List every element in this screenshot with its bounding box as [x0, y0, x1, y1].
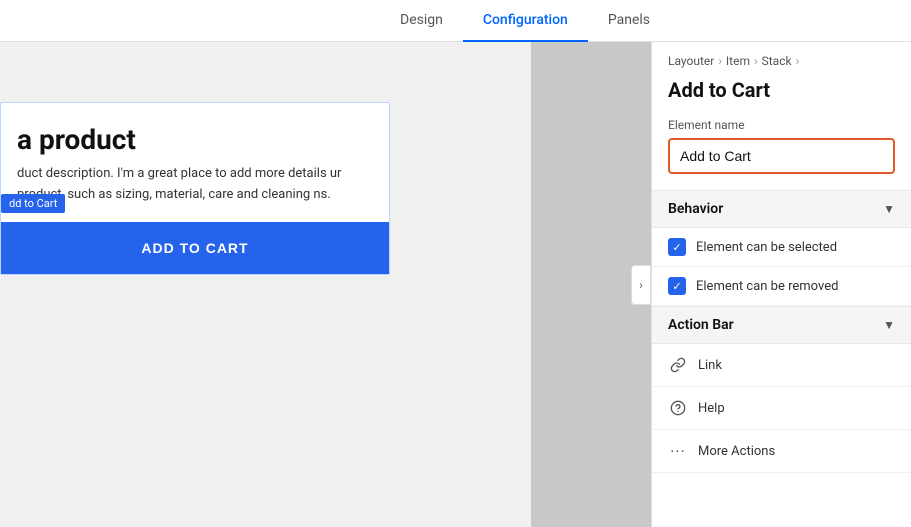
- add-to-cart-tooltip: dd to Cart: [1, 194, 65, 213]
- checkmark-icon-2: ✓: [672, 280, 681, 293]
- breadcrumb-sep-2: ›: [754, 54, 758, 68]
- product-title: a product: [1, 103, 389, 164]
- checkmark-icon: ✓: [672, 241, 681, 254]
- breadcrumb-sep-1: ›: [718, 54, 722, 68]
- tab-bar: Design Configuration Panels: [0, 0, 911, 42]
- action-more-label: More Actions: [698, 444, 775, 459]
- action-more[interactable]: ··· More Actions: [652, 430, 911, 473]
- link-icon: [668, 355, 688, 375]
- checkbox-removable-label: Element can be removed: [696, 279, 838, 294]
- breadcrumb-layouter[interactable]: Layouter: [668, 54, 714, 68]
- action-help-label: Help: [698, 401, 725, 416]
- action-link[interactable]: Link: [652, 344, 911, 387]
- checkbox-removable-box: ✓: [668, 277, 686, 295]
- panel-title: Add to Cart: [652, 74, 911, 118]
- behavior-title: Behavior: [668, 201, 723, 217]
- add-to-cart-wrapper: dd to Cart ADD TO CART: [1, 222, 389, 274]
- checkbox-selectable-label: Element can be selected: [696, 240, 837, 255]
- tab-design[interactable]: Design: [380, 0, 463, 42]
- action-link-label: Link: [698, 358, 722, 373]
- element-name-input[interactable]: [668, 138, 895, 174]
- main-layout: a product duct description. I'm a great …: [0, 42, 911, 527]
- add-to-cart-button[interactable]: ADD TO CART: [1, 222, 389, 274]
- action-help[interactable]: Help: [652, 387, 911, 430]
- product-card: a product duct description. I'm a great …: [0, 102, 390, 275]
- collapse-button[interactable]: ›: [631, 265, 651, 305]
- action-bar-section-header[interactable]: Action Bar ▼: [652, 306, 911, 344]
- action-bar-chevron-icon: ▼: [883, 318, 895, 332]
- preview-inner: a product duct description. I'm a great …: [0, 42, 651, 527]
- checkbox-selectable-box: ✓: [668, 238, 686, 256]
- chevron-right-icon: ›: [639, 278, 643, 292]
- breadcrumb-stack[interactable]: Stack: [762, 54, 792, 68]
- action-bar-title: Action Bar: [668, 317, 734, 333]
- tab-panels[interactable]: Panels: [588, 0, 670, 42]
- breadcrumb: Layouter › Item › Stack ›: [652, 42, 911, 74]
- help-icon: [668, 398, 688, 418]
- behavior-chevron-icon: ▼: [883, 202, 895, 216]
- checkbox-selectable[interactable]: ✓ Element can be selected: [652, 228, 911, 267]
- tab-configuration[interactable]: Configuration: [463, 0, 588, 42]
- more-actions-icon: ···: [668, 441, 688, 461]
- behavior-section-header[interactable]: Behavior ▼: [652, 190, 911, 228]
- preview-panel: a product duct description. I'm a great …: [0, 42, 651, 527]
- breadcrumb-item[interactable]: Item: [726, 54, 750, 68]
- checkbox-removable[interactable]: ✓ Element can be removed: [652, 267, 911, 306]
- product-desc: duct description. I'm a great place to a…: [1, 164, 389, 222]
- element-name-label: Element name: [652, 118, 911, 138]
- config-panel: Layouter › Item › Stack › Add to Cart El…: [651, 42, 911, 527]
- breadcrumb-sep-3: ›: [796, 54, 800, 68]
